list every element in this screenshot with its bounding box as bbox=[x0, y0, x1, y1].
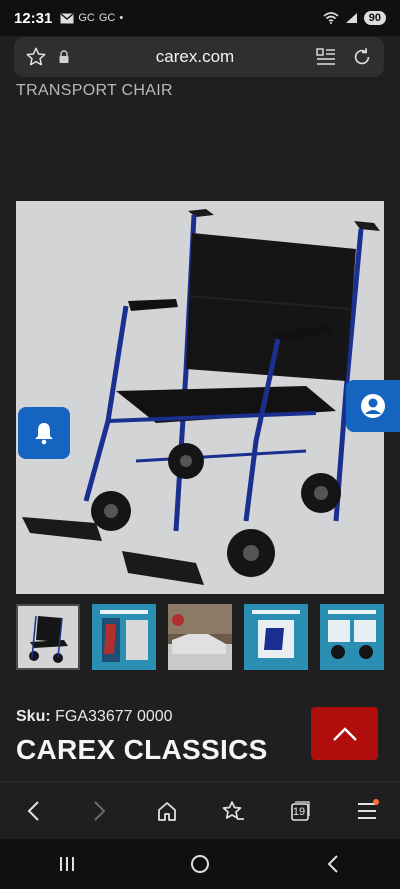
sku-row: Sku: FGA33677 0000 bbox=[16, 708, 173, 726]
bookmarks-button[interactable] bbox=[213, 791, 253, 831]
recent-apps-icon bbox=[59, 857, 74, 871]
thumbnail-lifestyle-car[interactable] bbox=[168, 604, 232, 670]
scroll-to-top-button[interactable] bbox=[311, 707, 378, 760]
notification-gc-1: GC bbox=[78, 12, 95, 24]
status-time: 12:31 bbox=[14, 9, 53, 27]
product-image[interactable] bbox=[16, 201, 384, 594]
notification-bell-button[interactable] bbox=[18, 407, 70, 459]
mail-icon bbox=[60, 13, 74, 23]
forward-icon bbox=[94, 800, 106, 821]
notification-icons: GC GC • bbox=[60, 12, 123, 24]
system-nav-bar bbox=[0, 839, 400, 889]
signal-icon bbox=[345, 13, 357, 23]
transport-chair-illustration bbox=[22, 209, 380, 585]
url-text[interactable]: carex.com bbox=[76, 47, 314, 67]
status-bar: 12:31 GC GC • 90 bbox=[0, 0, 400, 36]
forward-button[interactable] bbox=[80, 791, 120, 831]
home-button[interactable] bbox=[147, 791, 187, 831]
back-button[interactable] bbox=[13, 791, 53, 831]
system-back-icon bbox=[327, 855, 339, 873]
sku-value: FGA33677 0000 bbox=[55, 708, 173, 725]
category-subtitle: TRANSPORT CHAIR bbox=[16, 82, 173, 99]
thumbnail-main-chair[interactable] bbox=[16, 604, 80, 670]
chevron-up-icon bbox=[332, 726, 357, 741]
status-right: 90 bbox=[323, 11, 386, 25]
reload-icon[interactable] bbox=[350, 45, 374, 69]
thumbnail-strip[interactable] bbox=[16, 604, 400, 670]
menu-notification-dot bbox=[372, 798, 379, 805]
system-home-button[interactable] bbox=[180, 844, 220, 884]
notification-gc-2: GC bbox=[98, 12, 116, 24]
url-bar[interactable]: carex.com bbox=[14, 37, 384, 77]
tabs-button[interactable]: 19 bbox=[280, 791, 320, 831]
home-icon bbox=[157, 801, 176, 821]
brand-title: CAREX CLASSICS bbox=[16, 734, 268, 765]
back-icon bbox=[27, 800, 40, 821]
tab-count: 19 bbox=[292, 805, 306, 818]
star-icon[interactable] bbox=[24, 45, 48, 69]
battery-indicator: 90 bbox=[363, 11, 386, 25]
recent-apps-button[interactable] bbox=[47, 844, 87, 884]
thumbnail-features-1[interactable] bbox=[92, 604, 156, 670]
system-back-button[interactable] bbox=[313, 844, 353, 884]
wifi-icon bbox=[323, 12, 339, 24]
account-button[interactable] bbox=[346, 380, 400, 432]
sku-label: Sku: bbox=[16, 708, 51, 725]
bookmarks-icon bbox=[222, 800, 245, 820]
browser-bottom-nav: 19 bbox=[0, 781, 400, 839]
bell-icon bbox=[35, 423, 53, 445]
circle-home-icon bbox=[190, 855, 209, 873]
lock-icon[interactable] bbox=[52, 45, 76, 69]
menu-button[interactable] bbox=[347, 791, 387, 831]
user-icon bbox=[361, 394, 385, 418]
reader-mode-icon[interactable] bbox=[314, 45, 338, 69]
thumbnail-features-2[interactable] bbox=[244, 604, 308, 670]
dot-icon: • bbox=[119, 12, 124, 24]
thumbnail-features-3[interactable] bbox=[320, 604, 384, 670]
